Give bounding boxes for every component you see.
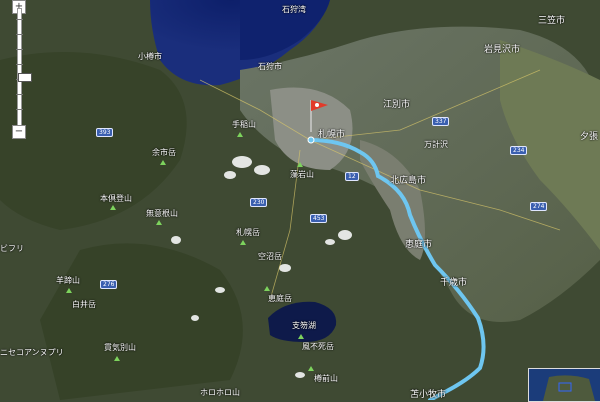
zoom-slider-thumb[interactable]: [18, 73, 32, 82]
map-label: ビフリ: [0, 244, 24, 253]
mountain-peak-icon: [240, 240, 246, 245]
zoom-tick: [16, 34, 23, 35]
mountain-peak-icon: [160, 160, 166, 165]
overview-map[interactable]: [528, 368, 600, 402]
map-label: 恵庭岳: [268, 294, 292, 303]
map-label: 羊蹄山: [56, 276, 80, 285]
map-label: 苫小牧市: [410, 390, 447, 400]
mountain-peak-icon: [308, 366, 314, 371]
flag-marker-icon[interactable]: [308, 98, 330, 132]
map-label: 江別市: [383, 100, 411, 110]
map-label: 手稲山: [232, 120, 256, 129]
map-label: 小樽市: [138, 52, 162, 61]
map-label: 三笠市: [538, 16, 566, 26]
mountain-peak-icon: [237, 132, 243, 137]
map-label: 夕張: [580, 132, 599, 142]
route-shield: 234: [510, 146, 528, 155]
route-shield: 453: [310, 214, 328, 223]
zoom-tick: [16, 49, 23, 50]
map-label: 恵庭市: [405, 240, 433, 250]
map-label: 余市岳: [152, 148, 176, 157]
route-shield: 393: [96, 128, 114, 137]
map-label: 藻岩山: [290, 170, 314, 179]
zoom-tick: [16, 109, 23, 110]
route-shield: 230: [250, 198, 268, 207]
zoom-control[interactable]: + −: [12, 0, 32, 140]
map-label: 空沼岳: [258, 252, 282, 261]
map-label: 本倶登山: [100, 194, 132, 203]
mountain-peak-icon: [298, 334, 304, 339]
map-label: 北広島市: [390, 176, 427, 186]
route-shield: 12: [345, 172, 359, 181]
map-label: 樽前山: [314, 374, 338, 383]
route-shield: 276: [100, 280, 118, 289]
map-label: 千歳市: [440, 278, 468, 288]
zoom-slider-track[interactable]: [16, 8, 32, 128]
route-start-dot[interactable]: [307, 136, 315, 144]
mountain-peak-icon: [297, 162, 303, 167]
zoom-tick: [16, 94, 23, 95]
forest-shade: [40, 243, 243, 400]
mountain-peak-icon: [66, 288, 72, 293]
map-label: 支笏湖: [292, 321, 316, 330]
map-label: 貫気別山: [104, 343, 136, 352]
map-label: 万計沢: [424, 140, 448, 149]
satellite-map[interactable]: [0, 0, 600, 400]
zoom-tick: [16, 64, 23, 65]
route-shield: 274: [530, 202, 548, 211]
mountain-peak-icon: [110, 205, 116, 210]
map-label: 岩見沢市: [484, 45, 521, 55]
zoom-out-button[interactable]: −: [12, 125, 26, 139]
mountain-peak-icon: [156, 220, 162, 225]
map-label: ニセコアンヌプリ: [0, 348, 64, 357]
map-label: 石狩湾: [282, 5, 306, 14]
route-shield: 337: [432, 117, 450, 126]
map-label: 風不死岳: [302, 342, 334, 351]
mountain-peak-icon: [264, 286, 270, 291]
map-label: 石狩市: [258, 62, 282, 71]
map-label: 白井岳: [72, 300, 96, 309]
map-label: 札幌岳: [236, 228, 260, 237]
map-label: ホロホロ山: [200, 388, 240, 397]
mountain-peak-icon: [114, 356, 120, 361]
zoom-tick: [16, 19, 23, 20]
map-label: 無意根山: [146, 209, 178, 218]
